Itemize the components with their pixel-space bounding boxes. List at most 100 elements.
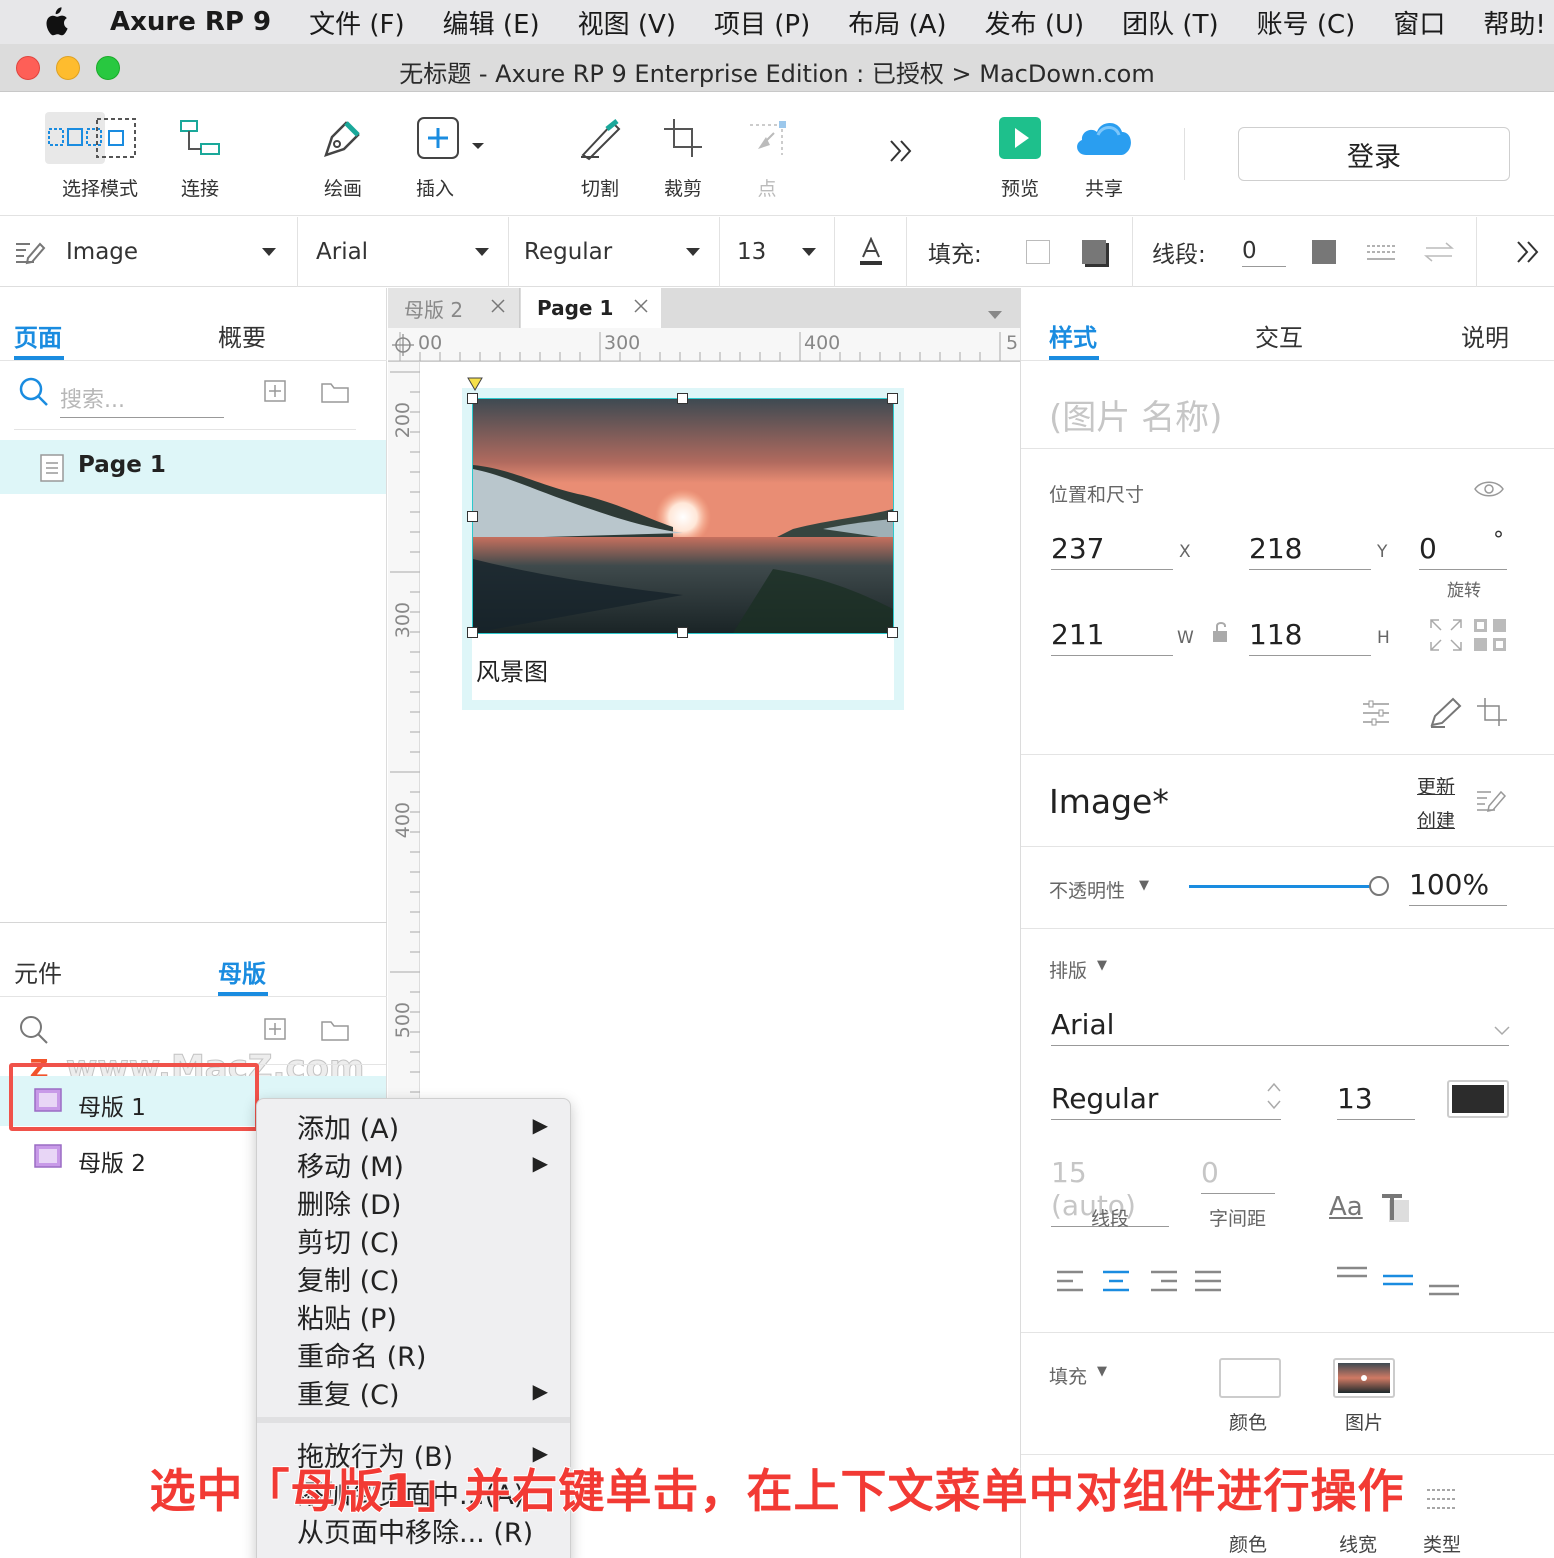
context-menu-item[interactable]: 重复 (C) ▶: [257, 1373, 570, 1411]
menu-help[interactable]: 帮助!: [1483, 4, 1545, 41]
text-shadow-icon[interactable]: [1379, 1192, 1413, 1228]
height-input[interactable]: 118: [1249, 618, 1371, 656]
update-style-link[interactable]: 更新: [1417, 772, 1455, 799]
doc-tab[interactable]: 母版 2: [388, 288, 520, 328]
chevron-down-icon[interactable]: [1493, 1022, 1511, 1041]
context-menu-item[interactable]: 粘贴 (P): [257, 1297, 570, 1335]
shadow-icon[interactable]: [1082, 217, 1106, 287]
style-edit-icon[interactable]: [14, 217, 46, 287]
fill-color-swatch[interactable]: [1219, 1358, 1281, 1398]
edit-pen-icon[interactable]: [1429, 696, 1463, 732]
opacity-slider-track[interactable]: [1189, 885, 1379, 888]
widget-name-input[interactable]: (图片 名称): [1049, 390, 1222, 439]
arrow-style-icon[interactable]: [1424, 217, 1454, 287]
preview-button[interactable]: 预览: [997, 112, 1043, 201]
select-contained-button[interactable]: [94, 112, 138, 164]
resize-handle[interactable]: [467, 627, 478, 638]
add-master-folder-icon[interactable]: [320, 1018, 350, 1046]
add-page-icon[interactable]: [264, 380, 286, 406]
close-tab-icon[interactable]: [488, 296, 508, 321]
text-color-icon[interactable]: [858, 217, 884, 287]
stroke-color-swatch[interactable]: [1312, 217, 1336, 287]
resize-handle[interactable]: [677, 627, 688, 638]
menu-view[interactable]: 视图 (V): [578, 4, 676, 41]
fill-image-swatch[interactable]: [1333, 1358, 1395, 1398]
adjust-sliders-icon[interactable]: [1361, 698, 1391, 732]
tab-pages[interactable]: 页面: [14, 318, 62, 353]
stroke-width-input[interactable]: 0: [1242, 217, 1286, 287]
valign-middle-icon[interactable]: [1381, 1272, 1415, 1294]
char-spacing-input[interactable]: 0: [1201, 1156, 1275, 1194]
width-input[interactable]: 211: [1051, 618, 1173, 656]
tab-widgets[interactable]: 元件: [14, 954, 62, 989]
x-input[interactable]: 237: [1051, 532, 1173, 570]
fit-content-icon[interactable]: [1429, 618, 1463, 656]
tab-interactions[interactable]: 交互: [1255, 318, 1303, 353]
text-case-icon[interactable]: Aa: [1329, 1192, 1363, 1222]
tab-notes[interactable]: 说明: [1461, 318, 1509, 353]
align-justify-icon[interactable]: [1193, 1268, 1223, 1298]
valign-top-icon[interactable]: [1335, 1264, 1369, 1286]
resize-handle[interactable]: [887, 393, 898, 404]
app-menu[interactable]: Axure RP 9: [110, 7, 271, 37]
font-size-select-label[interactable]: 13: [737, 217, 766, 287]
eye-icon[interactable]: [1473, 478, 1505, 504]
rotation-marker-icon[interactable]: [467, 376, 483, 395]
context-menu-item[interactable]: 重命名 (R): [257, 1335, 570, 1373]
tab-masters[interactable]: 母版: [218, 954, 266, 989]
weight-select-label[interactable]: Regular: [524, 217, 612, 287]
landscape-image[interactable]: [472, 398, 894, 634]
add-folder-icon[interactable]: [320, 380, 350, 408]
masters-search-icon[interactable]: [18, 1014, 50, 1050]
context-menu-item[interactable]: 删除 (D): [257, 1183, 570, 1221]
menu-edit[interactable]: 编辑 (E): [443, 4, 540, 41]
font-family-select[interactable]: Arial: [1051, 1008, 1509, 1046]
align-right-icon[interactable]: [1149, 1268, 1179, 1298]
align-center-icon[interactable]: [1101, 1268, 1131, 1298]
menu-account[interactable]: 账号 (C): [1257, 4, 1356, 41]
toolbar-overflow-button[interactable]: [886, 136, 916, 171]
login-button[interactable]: 登录: [1238, 127, 1510, 181]
menu-project[interactable]: 项目 (P): [714, 4, 810, 41]
tab-style[interactable]: 样式: [1049, 318, 1097, 353]
font-size-input[interactable]: 13: [1337, 1082, 1415, 1120]
grid-fit-icon[interactable]: [1473, 618, 1507, 656]
opacity-slider-knob[interactable]: [1369, 876, 1389, 896]
add-master-icon[interactable]: [264, 1018, 286, 1044]
menu-file[interactable]: 文件 (F): [309, 4, 405, 41]
connect-button[interactable]: 连接: [178, 112, 222, 201]
point-button[interactable]: 点: [744, 112, 790, 201]
close-tab-icon[interactable]: [631, 296, 651, 321]
valign-bottom-icon[interactable]: [1427, 1282, 1461, 1304]
size-dropdown-chevron-icon[interactable]: [802, 217, 816, 287]
create-style-link[interactable]: 创建: [1417, 806, 1455, 833]
resize-handle[interactable]: [467, 511, 478, 522]
crop-button[interactable]: 裁剪: [660, 112, 706, 201]
slice-button[interactable]: 切割: [577, 112, 623, 201]
selected-widget-group[interactable]: 风景图: [462, 377, 904, 710]
text-color-swatch[interactable]: [1447, 1080, 1509, 1118]
opacity-input[interactable]: 100%: [1409, 868, 1507, 906]
page-tree-item[interactable]: Page 1: [0, 440, 386, 494]
align-left-icon[interactable]: [1055, 1268, 1085, 1298]
insert-button[interactable]: 插入: [414, 112, 486, 201]
fill-color-swatch[interactable]: [1026, 217, 1050, 287]
menu-layout[interactable]: 布局 (A): [848, 4, 946, 41]
weight-dropdown-chevron-icon[interactable]: [686, 217, 700, 287]
pages-search-input[interactable]: 搜索...: [60, 382, 224, 418]
style-select-label[interactable]: Image: [66, 217, 138, 287]
menu-team[interactable]: 团队 (T): [1122, 4, 1218, 41]
style-dropdown-chevron-icon[interactable]: [262, 217, 276, 287]
y-input[interactable]: 218: [1249, 532, 1371, 570]
context-menu-item[interactable]: 复制 (C): [257, 1259, 570, 1297]
style-edit-icon[interactable]: [1475, 786, 1507, 818]
share-button[interactable]: 共享: [1072, 112, 1136, 201]
menu-publish[interactable]: 发布 (U): [985, 4, 1085, 41]
context-menu-item[interactable]: 移动 (M) ▶: [257, 1145, 570, 1183]
apple-icon[interactable]: [0, 6, 110, 38]
doc-tab-active[interactable]: Page 1: [521, 288, 661, 328]
stroke-pattern-icon[interactable]: [1366, 217, 1396, 287]
tabs-dropdown-chevron-icon[interactable]: [988, 304, 1002, 323]
crop-image-icon[interactable]: [1475, 696, 1509, 732]
fill-collapse-icon[interactable]: ▼: [1097, 1364, 1107, 1379]
